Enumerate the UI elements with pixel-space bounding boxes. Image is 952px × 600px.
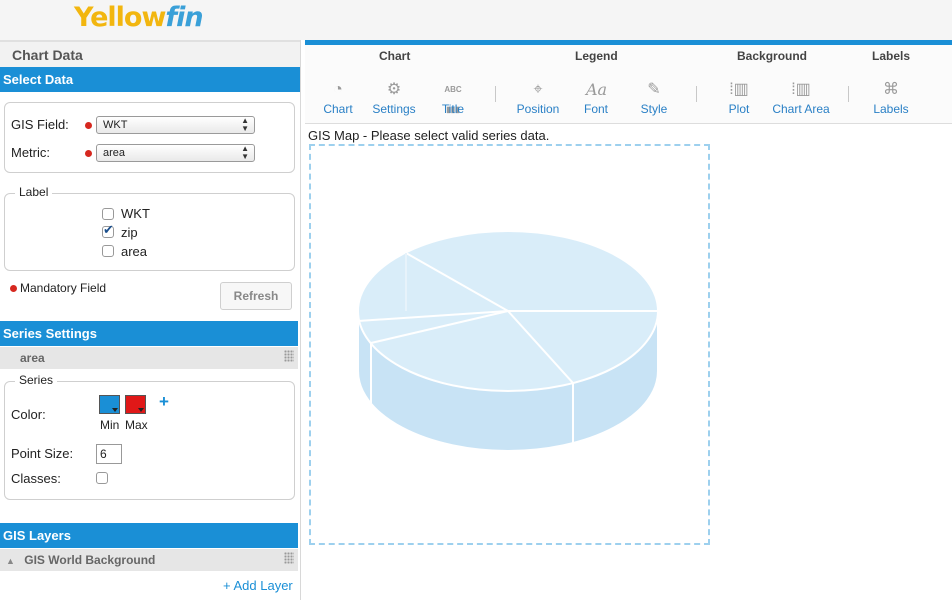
gis-field-label: GIS Field: [11, 117, 69, 132]
min-label: Min [100, 418, 120, 432]
tool-chart-area[interactable]: ⁞▥ Chart Area [771, 80, 831, 116]
color-label: Color: [11, 407, 46, 422]
classes-label: Classes: [11, 471, 61, 486]
refresh-button[interactable]: Refresh [220, 282, 292, 310]
tag-icon: ⌘ [883, 81, 899, 98]
metric-value: area [103, 147, 126, 159]
max-label: Max [125, 418, 148, 432]
max-color-swatch[interactable] [125, 395, 146, 414]
tool-settings[interactable]: ⚙ Settings [371, 80, 417, 116]
select-data-box: GIS Field: WKT ▲ ▼ Metric: area ▲ ▼ [4, 102, 295, 173]
title-abc-icon: ABC ▮▮▮ [444, 85, 462, 114]
logo-text-fin: fin [165, 2, 203, 33]
label-area-text: area [121, 244, 148, 259]
series-legend: Series [15, 373, 58, 387]
series-box: Series Color: + Min Max Point Size: 6 Cl… [4, 373, 295, 500]
required-dot [85, 150, 92, 157]
tool-style-label: Style [640, 102, 668, 116]
label-box: Label WKT zip area [4, 185, 295, 271]
toolbar-separator [495, 86, 496, 102]
tool-settings-label: Settings [372, 102, 416, 116]
required-dot [10, 285, 17, 292]
top-bar: Yellowfin [0, 0, 952, 40]
tool-plot[interactable]: ⁞▥ Plot [726, 80, 752, 116]
add-layer-link[interactable]: + Add Layer [223, 578, 293, 593]
chart-canvas [309, 144, 710, 545]
drag-handle-icon[interactable] [284, 552, 294, 564]
chart-data-panel: Chart Data Select Data GIS Field: WKT ▲ ▼… [0, 40, 301, 600]
label-area-checkbox[interactable] [102, 245, 114, 257]
label-legend: Label [15, 185, 53, 199]
pie-chart-icon: ◔ [333, 81, 343, 98]
metric-label: Metric: [11, 145, 50, 160]
yellowfin-logo: Yellowfin [74, 2, 204, 33]
label-zip-text: zip [121, 225, 138, 240]
classes-checkbox[interactable] [96, 472, 108, 484]
select-arrows-icon: ▲ ▼ [241, 116, 249, 133]
metric-select[interactable]: area ▲ ▼ [96, 144, 255, 162]
label-zip-checkbox[interactable] [102, 225, 114, 238]
min-color-swatch[interactable] [99, 395, 120, 414]
dropdown-arrow-icon [138, 408, 144, 412]
group-chart: Chart [379, 49, 411, 63]
gear-icon: ⚙ [386, 81, 402, 98]
gis-field-value: WKT [103, 119, 128, 131]
label-wkt-text: WKT [121, 206, 150, 221]
chart-toolbar: Chart Legend Background Labels ◔ Chart ⚙… [305, 45, 952, 124]
required-dot [85, 122, 92, 129]
point-size-label: Point Size: [11, 446, 74, 461]
series-row[interactable]: area [0, 347, 298, 369]
tool-font[interactable]: Aa Font [582, 80, 610, 116]
add-color-plus-icon[interactable]: + [159, 392, 169, 412]
font-icon: Aa [586, 80, 608, 99]
group-legend: Legend [575, 49, 618, 63]
group-background: Background [737, 49, 808, 63]
series-row-label: area [20, 351, 45, 365]
tool-chart-label: Chart [323, 102, 353, 116]
dropdown-arrow-icon [112, 408, 118, 412]
placeholder-pie-graphic [357, 230, 659, 452]
toolbar-separator [696, 86, 697, 102]
brush-icon: ✎ [647, 81, 661, 98]
tool-labels[interactable]: ⌘ Labels [871, 80, 911, 116]
tool-chart[interactable]: ◔ Chart [321, 80, 355, 116]
tool-labels-label: Labels [873, 102, 909, 116]
tool-position[interactable]: ⌖ Position [514, 80, 562, 116]
gis-layer-row[interactable]: ▲ GIS World Background [0, 549, 298, 571]
map-pin-icon: ⌖ [533, 81, 543, 98]
group-labels: Labels [872, 49, 911, 63]
label-wkt-checkbox[interactable] [102, 208, 114, 220]
collapse-chevron-icon[interactable]: ▲ [6, 556, 15, 566]
toolbar-separator [848, 86, 849, 102]
drag-handle-icon[interactable] [284, 350, 294, 362]
tool-plot-label: Plot [728, 102, 750, 116]
series-settings-header[interactable]: Series Settings [0, 321, 298, 346]
logo-text-y: Y [74, 2, 91, 33]
tool-style[interactable]: ✎ Style [638, 80, 670, 116]
select-arrows-icon: ▲ ▼ [241, 144, 249, 161]
tool-chart-area-label: Chart Area [772, 102, 830, 116]
chart-area-icon: ⁞▥ [791, 81, 811, 98]
gis-layer-name: GIS World Background [24, 553, 156, 567]
tool-title[interactable]: ABC ▮▮▮ Title [440, 80, 466, 116]
point-size-input[interactable]: 6 [96, 444, 122, 464]
mandatory-field-note: Mandatory Field [20, 281, 107, 295]
tool-position-label: Position [516, 102, 560, 116]
select-data-header[interactable]: Select Data [0, 67, 300, 92]
tool-title-label: Title [441, 102, 465, 116]
gis-layers-header[interactable]: GIS Layers [0, 523, 298, 548]
panel-title: Chart Data [0, 40, 300, 67]
logo-text-ellow: ellow [90, 2, 166, 33]
plot-area-icon: ⁞▥ [729, 81, 749, 98]
gis-field-select[interactable]: WKT ▲ ▼ [96, 116, 255, 134]
gis-map-message: GIS Map - Please select valid series dat… [308, 128, 550, 143]
tool-font-label: Font [583, 102, 608, 116]
